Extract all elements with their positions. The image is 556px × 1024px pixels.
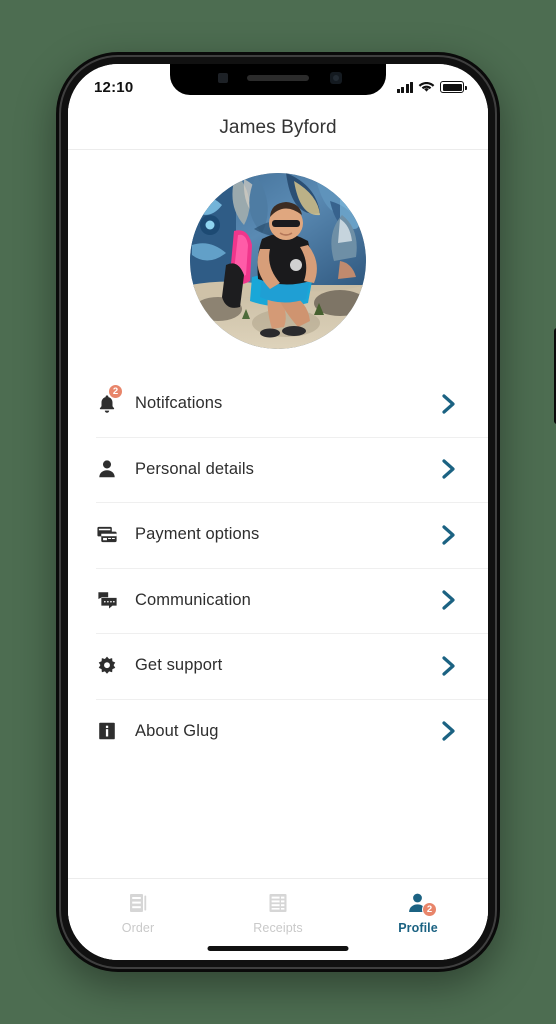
- menu-item-label: Payment options: [135, 525, 260, 544]
- menu-item-communication[interactable]: Communication: [68, 567, 488, 633]
- order-list-icon: [124, 889, 152, 917]
- menu-item-label: About Glug: [135, 721, 219, 740]
- status-bar-time: 12:10: [94, 78, 134, 96]
- app-viewport: 12:10 James Byford 2 Notifcations Person…: [68, 64, 488, 960]
- avatar-container: [68, 150, 488, 371]
- tab-label: Receipts: [253, 921, 303, 935]
- credit-cards-icon: [96, 520, 126, 550]
- avatar[interactable]: [190, 173, 366, 349]
- status-bar-icons: [396, 81, 467, 93]
- front-camera-icon: [330, 72, 342, 84]
- earpiece-speaker: [247, 75, 309, 81]
- chevron-right-icon[interactable]: [438, 524, 460, 546]
- menu-item-label: Communication: [135, 590, 251, 609]
- tab-label: Profile: [398, 921, 438, 935]
- phone-device-frame: 12:10 James Byford 2 Notifcations Person…: [56, 52, 556, 972]
- chat-bubbles-icon: [96, 585, 126, 615]
- signal-bars-icon: [396, 81, 413, 93]
- menu-item-label: Get support: [135, 656, 223, 675]
- app-header: James Byford: [68, 106, 488, 150]
- chevron-right-icon[interactable]: [438, 720, 460, 742]
- menu-item-personal-details[interactable]: Personal details: [68, 436, 488, 502]
- wifi-icon: [418, 82, 435, 92]
- tab-profile[interactable]: 2 Profile: [348, 889, 488, 935]
- tab-receipts[interactable]: Receipts: [208, 889, 348, 935]
- phone-screen: 12:10 James Byford 2 Notifcations Person…: [68, 64, 488, 960]
- info-square-icon: [96, 716, 126, 746]
- bottom-tab-bar: Order Receipts 2 Profile: [68, 878, 488, 960]
- tab-label: Order: [121, 921, 155, 935]
- battery-full-icon: [440, 81, 467, 93]
- screenshot-root: 12:10 James Byford 2 Notifcations Person…: [0, 0, 556, 1024]
- receipt-grid-icon: [264, 889, 292, 917]
- person-icon: [96, 454, 126, 484]
- chevron-right-icon[interactable]: [438, 393, 460, 415]
- profile-photo: [190, 173, 366, 349]
- menu-item-about-glug[interactable]: About Glug: [68, 698, 488, 764]
- page-title: James Byford: [219, 116, 337, 138]
- profile-tab-badge: 2: [422, 902, 437, 917]
- chevron-right-icon[interactable]: [438, 655, 460, 677]
- display-notch: [170, 64, 386, 95]
- person-icon: 2: [404, 889, 437, 917]
- chevron-right-icon[interactable]: [438, 458, 460, 480]
- notifications-badge: 2: [108, 383, 123, 399]
- menu-item-get-support[interactable]: Get support: [68, 633, 488, 699]
- menu-item-label: Personal details: [135, 459, 255, 478]
- proximity-sensor-icon: [218, 73, 228, 83]
- profile-content: 2 Notifcations Personal details Payment …: [68, 150, 488, 960]
- tab-order[interactable]: Order: [68, 889, 208, 935]
- menu-item-label: Notifcations: [135, 394, 223, 413]
- chevron-right-icon[interactable]: [438, 589, 460, 611]
- bell-icon: 2: [96, 383, 126, 419]
- gear-icon: [96, 651, 126, 681]
- menu-item-payment-options[interactable]: Payment options: [68, 502, 488, 568]
- menu-item-notifications[interactable]: 2 Notifcations: [68, 371, 488, 437]
- home-indicator[interactable]: [207, 946, 349, 951]
- profile-menu-list: 2 Notifcations Personal details Payment …: [68, 371, 488, 764]
